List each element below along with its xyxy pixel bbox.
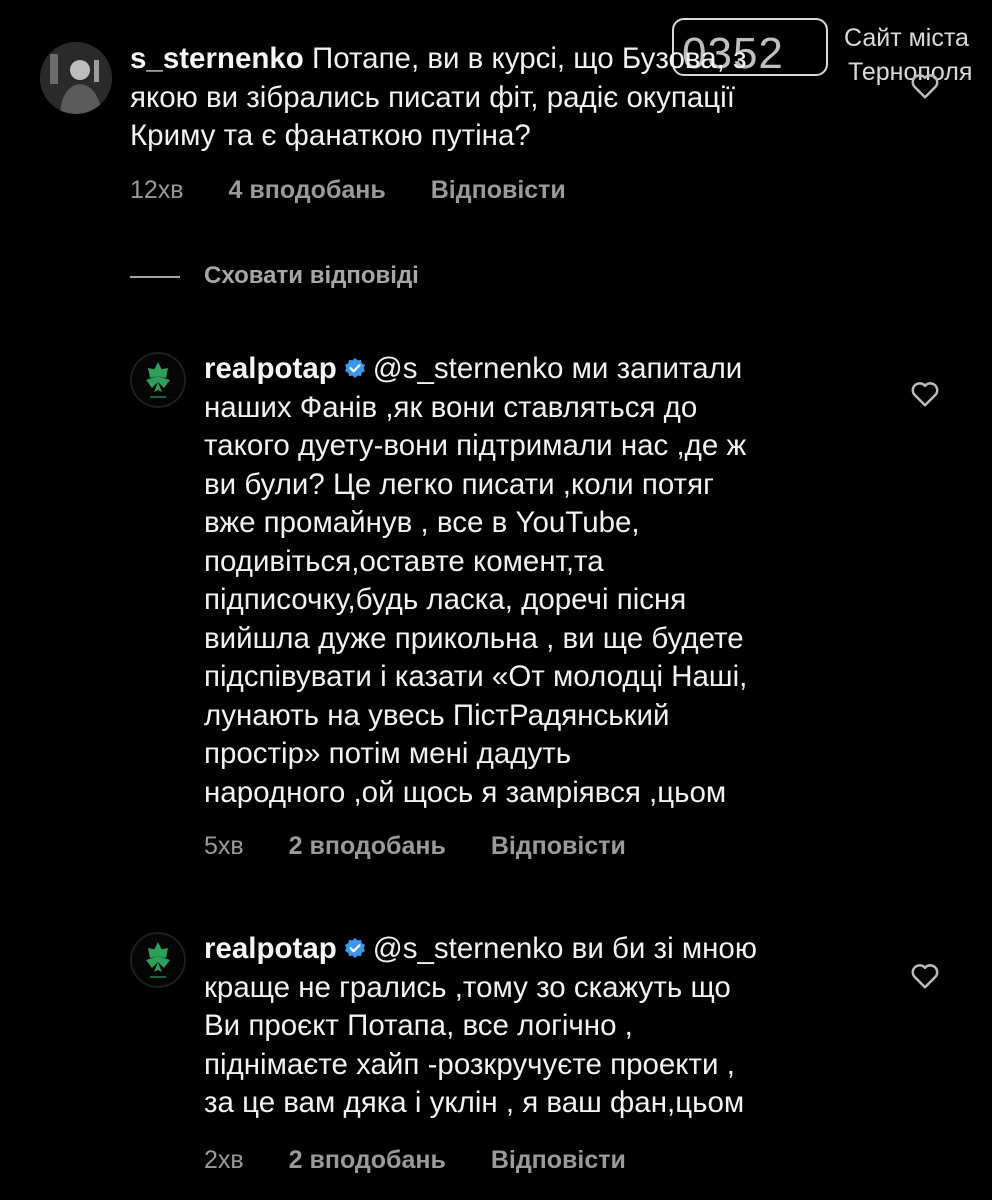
comment-text-line: за це вам дяка і уклін , я ваш фан,цьом <box>204 1086 745 1119</box>
avatar[interactable] <box>130 352 186 408</box>
like-heart-icon[interactable] <box>910 72 940 100</box>
comment-body: realpotap @s_sternenko ви би зі мною кра… <box>204 930 884 1123</box>
comment-meta: 2хв 2 вподобань Відповісти <box>204 1146 664 1175</box>
reply-button[interactable]: Відповісти <box>491 1146 626 1174</box>
comment-text-line: якою ви зібрались писати фіт, радіє окуп… <box>130 80 735 114</box>
comment-likes[interactable]: 2 вподобань <box>289 1146 446 1174</box>
comment-username[interactable]: realpotap <box>204 352 337 385</box>
hide-replies-button[interactable]: Сховати відповіді <box>130 262 419 290</box>
comment-text-line: піднімаєте хайп -розкручуєте проекти , <box>204 1047 735 1081</box>
comment-text-line: підспівувати і казати «От молодці Наші, <box>204 660 748 693</box>
comment-time: 5хв <box>204 832 244 860</box>
person-photo-icon <box>40 42 112 114</box>
comment-likes[interactable]: 4 вподобань <box>229 176 386 204</box>
comment-time: 2хв <box>204 1146 244 1174</box>
comment-text-line: лунають на увесь ПістРадянський <box>204 698 670 732</box>
avatar[interactable] <box>130 932 186 988</box>
like-heart-icon[interactable] <box>910 380 940 408</box>
divider-line <box>130 275 180 278</box>
comment-meta: 5хв 2 вподобань Відповісти <box>204 832 664 861</box>
comment-text-line: Криму та є фанаткою путіна? <box>130 119 531 152</box>
comment-meta: 12хв 4 вподобань Відповісти <box>130 176 604 205</box>
green-leaf-logo-icon <box>146 942 170 978</box>
comment-body: realpotap @s_sternenko ми запитали наших… <box>204 350 884 812</box>
like-heart-icon[interactable] <box>910 962 940 990</box>
comment-body: s_sternenko Потапе, ви в курсі, що Бузов… <box>130 40 890 156</box>
comment-text-line: наших Фанів ,як вони ставляться до <box>204 390 698 424</box>
comment-text-line: подивіться,оставте комент,та <box>204 544 604 578</box>
comment-text-line: вийшла дуже прикольна , ви ще будете <box>204 621 744 655</box>
comment-likes[interactable]: 2 вподобань <box>289 832 446 860</box>
hide-replies-label: Сховати відповіді <box>204 262 419 289</box>
verified-badge-icon <box>344 938 365 958</box>
comment-text-line: ви би зі мною <box>571 932 757 965</box>
comment-text-line: такого дуету-вони підтримали нас ,де ж <box>204 429 747 462</box>
comment-text-line: ви були? Це легко писати ,коли потяг <box>204 467 714 501</box>
reply-button[interactable]: Відповісти <box>431 176 566 204</box>
comment-username[interactable]: realpotap <box>204 932 337 965</box>
comment-text-line: підписочку,будь ласка, доречі пісня <box>204 583 687 616</box>
reply-button[interactable]: Відповісти <box>491 832 626 860</box>
comment-text-line: народного ,ой щось я замріявся ,цьом <box>204 775 727 809</box>
comment-text-line: вже промайнув , все в YouTube, <box>204 506 640 539</box>
comment-username[interactable]: s_sternenko <box>130 42 304 75</box>
comment-text-line: Потапе, ви в курсі, що Бузова, з <box>312 42 747 75</box>
comment-text-line: простір» потім мені дадуть <box>204 737 572 770</box>
comment-text-line: ми запитали <box>571 352 743 385</box>
avatar[interactable] <box>40 42 112 114</box>
comment-text-line: Ви проєкт Потапа, все логічно , <box>204 1009 633 1042</box>
green-leaf-logo-icon <box>146 362 170 398</box>
verified-badge-icon <box>344 358 365 378</box>
user-mention-link[interactable]: @s_sternenko <box>373 932 564 965</box>
comment-time: 12хв <box>130 176 184 204</box>
user-mention-link[interactable]: @s_sternenko <box>373 352 564 385</box>
comment-text-line: краще не грались ,тому зо скажуть що <box>204 970 731 1004</box>
